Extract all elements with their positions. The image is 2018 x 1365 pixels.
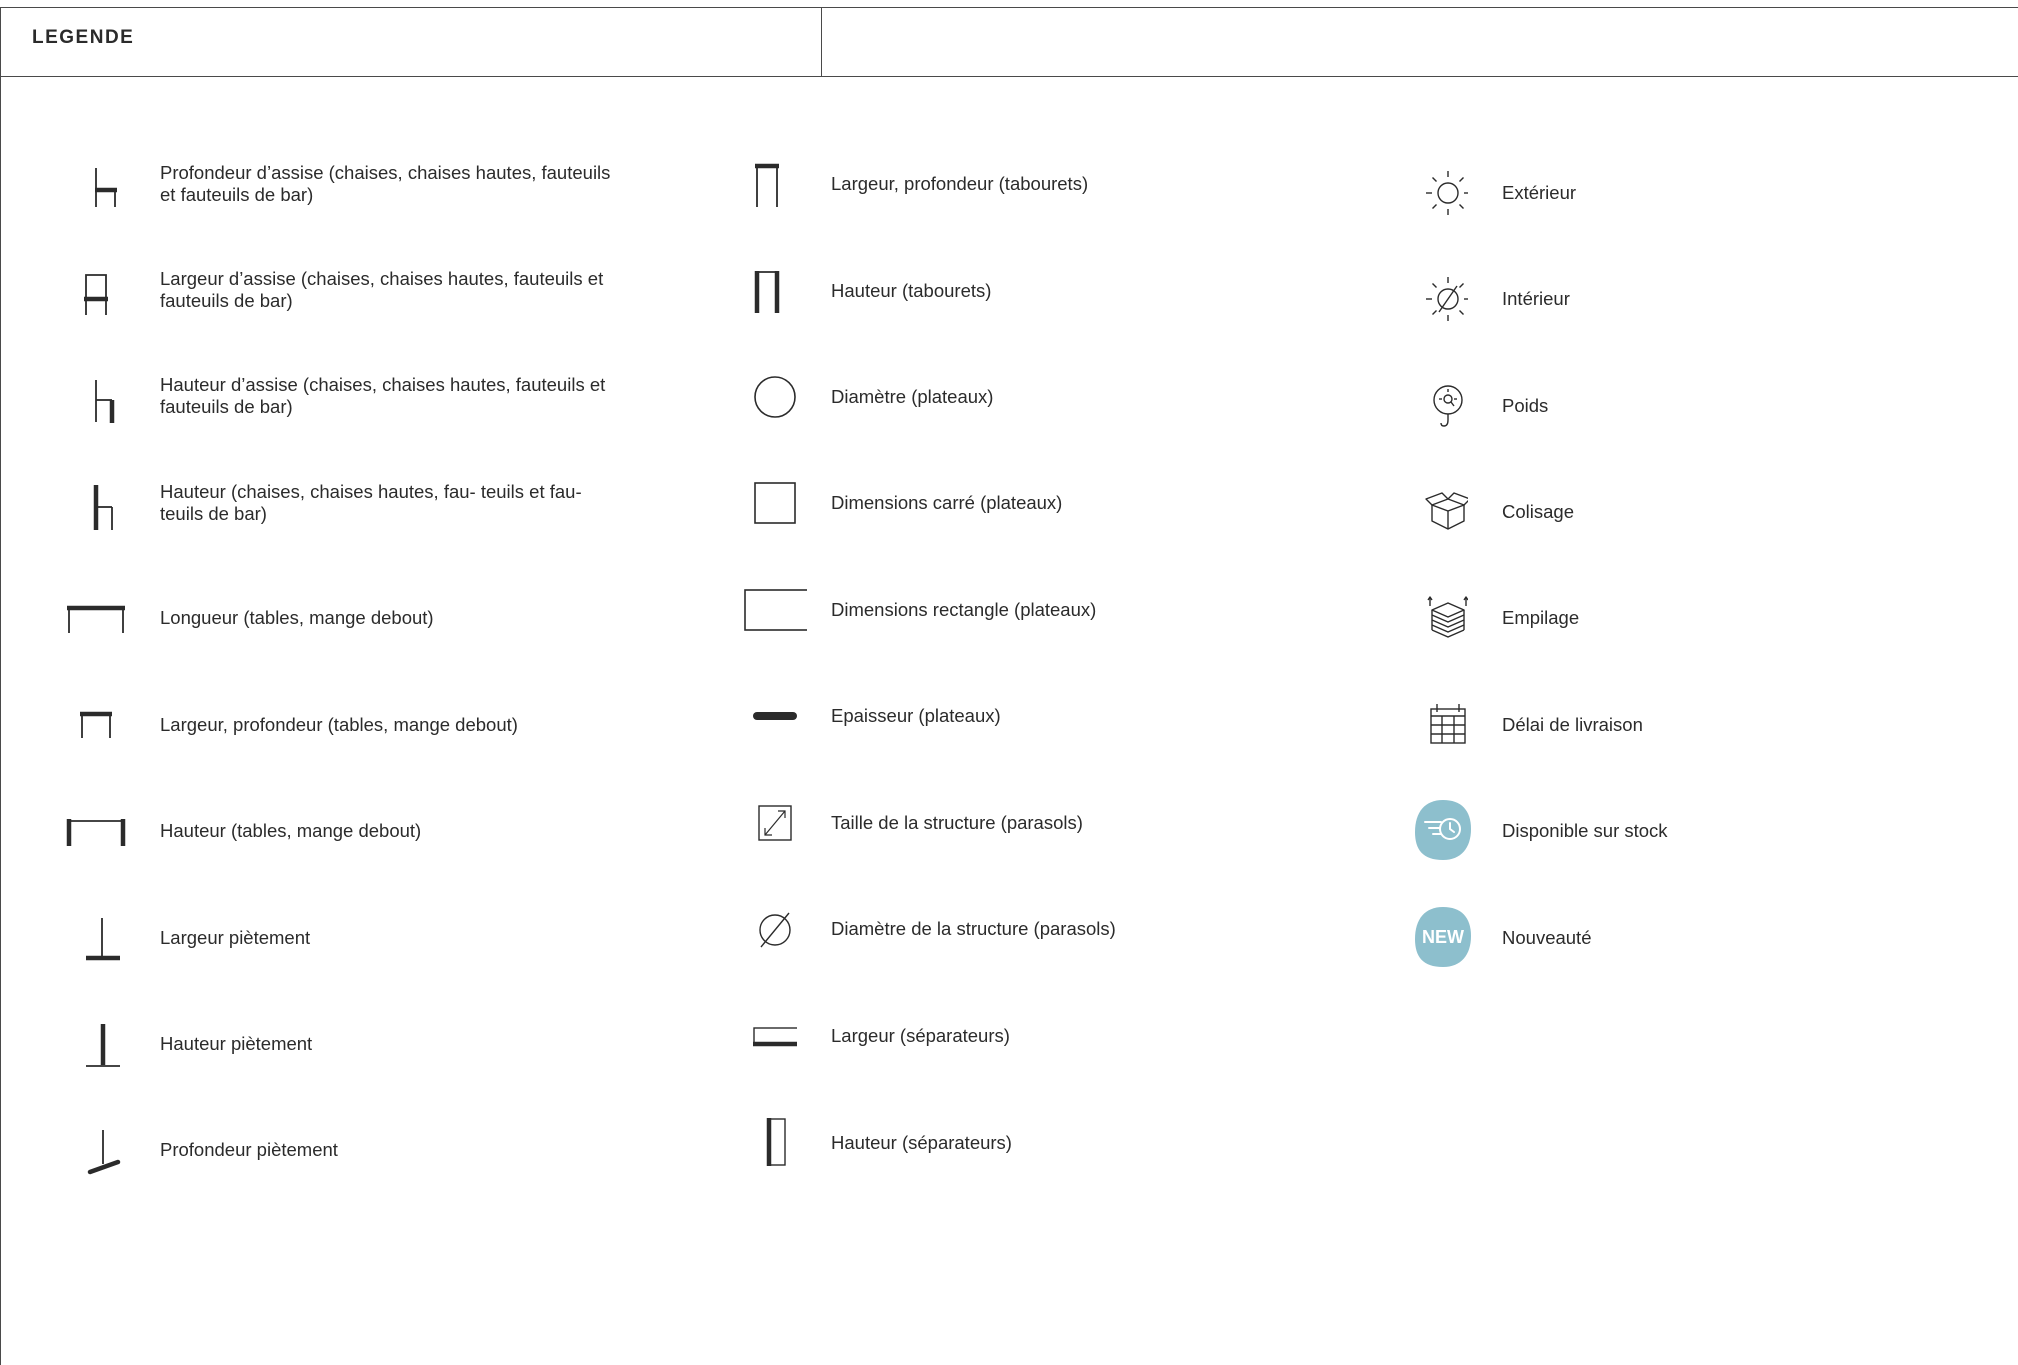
chair-height-icon <box>56 473 136 533</box>
header-divider <box>821 7 822 77</box>
legend-label: Intérieur <box>1502 288 1570 309</box>
rectangle-dimensions-icon <box>727 580 807 640</box>
legend-label: Hauteur (tabourets) <box>831 280 992 301</box>
base-depth-icon <box>56 1120 136 1180</box>
stacking-icon <box>1398 588 1478 648</box>
legend-label: Longueur (tables, mange debout) <box>160 607 434 628</box>
divider-width-icon <box>727 1006 807 1066</box>
legend-label: Hauteur piètement <box>160 1033 313 1054</box>
thickness-icon <box>727 686 807 746</box>
header-line-top <box>0 7 2018 8</box>
calendar-icon <box>1398 695 1478 755</box>
legend-label: Profondeur piètement <box>160 1139 338 1160</box>
table-height-icon <box>56 801 136 861</box>
seat-depth-icon <box>56 154 136 214</box>
diameter-circle-icon <box>727 367 807 427</box>
legend-label: Disponible sur stock <box>1502 820 1668 841</box>
package-box-icon <box>1398 482 1478 542</box>
legend-label: Largeur, profondeur (tables, mange debou… <box>160 714 518 735</box>
legend-label: Largeur (séparateurs) <box>831 1025 1010 1046</box>
legend-label: Hauteur d’assise (chaises, chaises haute… <box>160 374 606 417</box>
legend-label: Empilage <box>1502 607 1580 628</box>
legend-label: Extérieur <box>1502 182 1577 203</box>
legend-label: Dimensions rectangle (plateaux) <box>831 599 1097 620</box>
page-border-left <box>0 7 1 1365</box>
table-width-depth-icon <box>56 695 136 755</box>
seat-width-icon <box>56 260 136 320</box>
seat-height-icon <box>56 366 136 426</box>
square-dimensions-icon <box>727 473 807 533</box>
stock-clock-badge-icon <box>1398 800 1478 861</box>
legend-label: Largeur piètement <box>160 927 311 948</box>
legend-label: Hauteur (tables, mange debout) <box>160 820 422 841</box>
structure-diameter-icon <box>727 899 807 959</box>
stool-height-icon <box>727 261 807 321</box>
legend-label: Hauteur (séparateurs) <box>831 1132 1012 1153</box>
new-badge-icon: NEW <box>1398 907 1478 968</box>
base-width-icon <box>56 908 136 968</box>
legend-label: Diamètre (plateaux) <box>831 386 994 407</box>
sun-crossed-indoor-icon <box>1398 269 1478 329</box>
weight-scale-icon <box>1398 376 1478 436</box>
legend-label: Epaisseur (plateaux) <box>831 705 1001 726</box>
legend-label: Diamètre de la structure (parasols) <box>831 918 1116 939</box>
stool-width-depth-icon <box>727 154 807 214</box>
legend-label: Colisage <box>1502 501 1574 522</box>
legend-label: Taille de la structure (parasols) <box>831 812 1083 833</box>
legend-label: Profondeur d’assise (chaises, chaises ha… <box>160 162 611 205</box>
legend-label: Largeur d’assise (chaises, chaises haute… <box>160 268 604 311</box>
structure-size-icon <box>727 793 807 853</box>
new-badge-text: NEW <box>1422 927 1464 947</box>
base-height-icon <box>56 1014 136 1074</box>
sun-outdoor-icon <box>1398 163 1478 223</box>
header-line-bottom <box>0 76 2018 77</box>
legend-label: Nouveauté <box>1502 927 1592 948</box>
table-length-icon <box>56 588 136 648</box>
legend-title: LEGENDE <box>32 27 135 48</box>
legend-label: Délai de livraison <box>1502 714 1643 735</box>
legend-label: Largeur, profondeur (tabourets) <box>831 173 1089 194</box>
divider-height-icon <box>727 1113 807 1173</box>
legend-label: Dimensions carré (plateaux) <box>831 492 1063 513</box>
legend-label: Poids <box>1502 395 1549 416</box>
legend-label: Hauteur (chaises, chaises hautes, fau- t… <box>160 481 582 524</box>
